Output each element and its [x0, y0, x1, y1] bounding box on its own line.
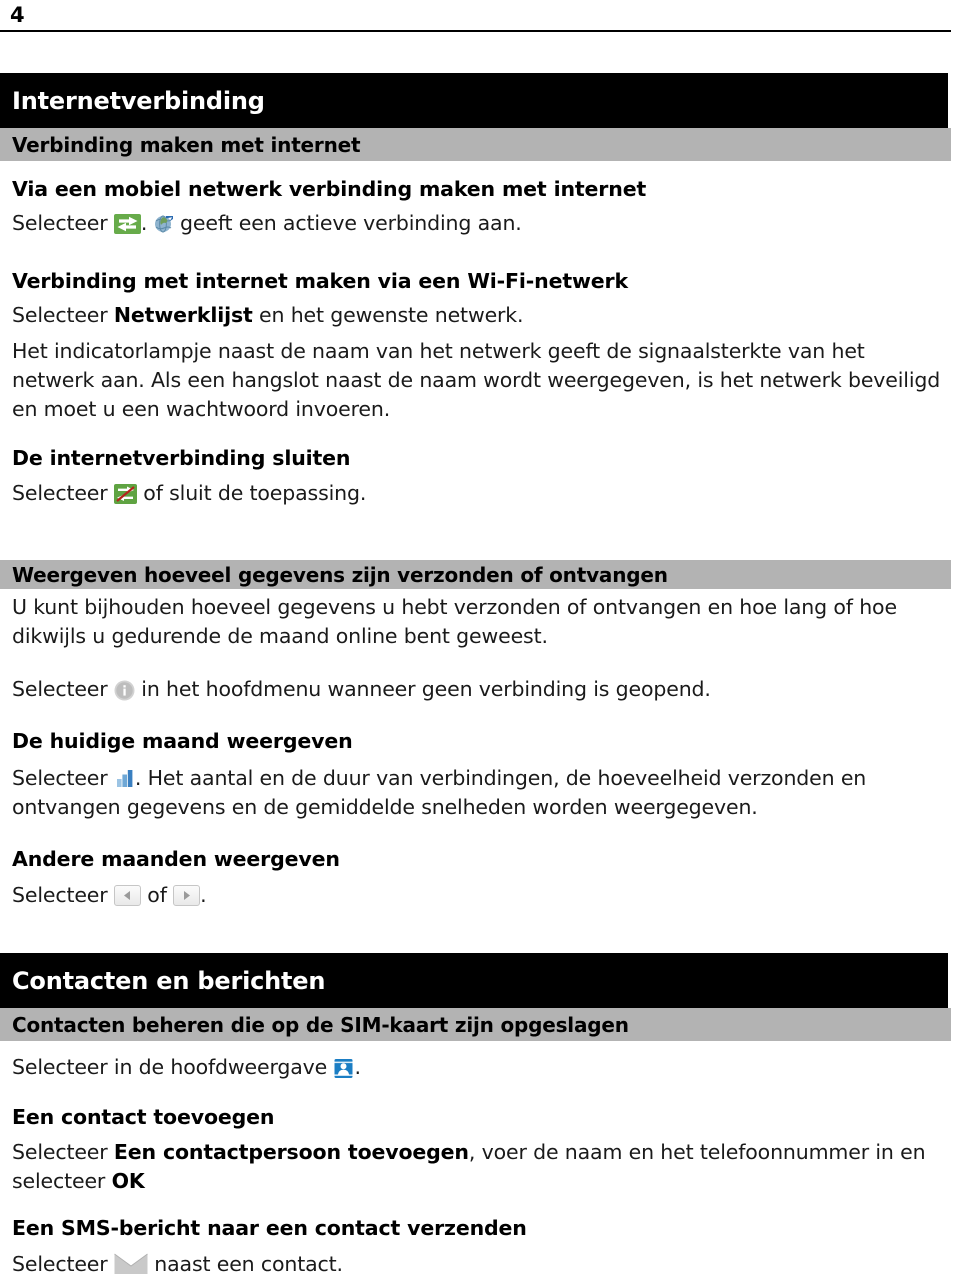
sub-bar-weergeven-gegevens: Weergeven hoeveel gegevens zijn verzonde…: [0, 560, 951, 589]
andere-period: .: [200, 883, 207, 907]
sub-bar-title: Weergeven hoeveel gegevens zijn verzonde…: [12, 562, 668, 587]
sub-bar-title: Contacten beheren die op de SIM-kaart zi…: [12, 1012, 629, 1037]
sms-post-text: naast een contact.: [154, 1252, 343, 1276]
info-icon[interactable]: [114, 680, 135, 701]
contacts-card-icon[interactable]: [333, 1058, 354, 1079]
heading-mobiel-netwerk: Via een mobiel netwerk verbinding maken …: [12, 177, 647, 201]
chapter-title: Internetverbinding: [12, 86, 265, 115]
chapter-bar-internetverbinding: Internetverbinding: [0, 73, 948, 128]
select-label: Selecteer: [12, 481, 108, 505]
ok-button-label[interactable]: OK: [112, 1169, 145, 1193]
paragraph-weergeven-gegevens: U kunt bijhouden hoeveel gegevens u hebt…: [12, 595, 897, 648]
paragraph-andere-maanden: Selecteer of .: [12, 881, 207, 910]
mobiel-post-text: geeft een actieve verbinding aan.: [180, 211, 522, 235]
page-number: 4: [10, 3, 25, 27]
select-label: Selecteer: [12, 303, 108, 327]
weergeven-post-text: in het hoofdmenu wanneer geen verbinding…: [141, 677, 711, 701]
paragraph-sms-select: Selecteer naast een contact.: [12, 1250, 343, 1279]
huidige-post-text: . Het aantal en de duur van verbindingen…: [12, 766, 867, 819]
select-label: Selecteer in de hoofdweergave: [12, 1055, 328, 1079]
sub-bar-title: Verbinding maken met internet: [12, 132, 361, 157]
heading-andere-maanden: Andere maanden weergeven: [12, 847, 340, 871]
wifi-post-text: en het gewenste netwerk.: [259, 303, 524, 327]
paragraph-huidige-maand: Selecteer . Het aantal en de duur van ve…: [12, 764, 952, 822]
paragraph-weergeven-select: Selecteer in het hoofdmenu wanneer geen …: [12, 675, 711, 704]
globe-active-connection-icon[interactable]: [154, 213, 174, 233]
simkaart-period: .: [354, 1055, 361, 1079]
select-label: Selecteer: [12, 677, 108, 701]
select-label: Selecteer: [12, 1252, 108, 1276]
heading-huidige-maand: De huidige maand weergeven: [12, 729, 353, 753]
select-label: Selecteer: [12, 883, 108, 907]
heading-sms-bericht: Een SMS-bericht naar een contact verzend…: [12, 1216, 527, 1240]
select-label: Selecteer: [12, 211, 108, 235]
paragraph-contact-toevoegen: Selecteer Een contactpersoon toevoegen, …: [12, 1138, 952, 1196]
bar-chart-icon[interactable]: [114, 767, 135, 787]
arrow-right-icon[interactable]: [173, 885, 201, 906]
sub-bar-verbinding-maken: Verbinding maken met internet: [0, 128, 951, 161]
mobiel-period: .: [140, 211, 148, 235]
paragraph-mobiel-netwerk: Selecteer . geeft een actieve verbinding…: [12, 209, 522, 238]
netwerklijst-menu-item[interactable]: Netwerklijst: [114, 303, 253, 327]
select-label: Selecteer: [12, 1140, 108, 1164]
disconnect-icon[interactable]: [113, 484, 137, 504]
chapter-bar-contacten-berichten: Contacten en berichten: [0, 953, 948, 1008]
andere-or-label: of: [147, 883, 167, 907]
document-page: 4 Internetverbinding Verbinding maken me…: [0, 0, 960, 1284]
paragraph-wifi-indicator: Het indicatorlampje naast de naam van he…: [12, 339, 941, 421]
arrow-left-icon[interactable]: [113, 885, 141, 906]
envelope-icon[interactable]: [114, 1252, 148, 1276]
sluiten-post-text: of sluit de toepassing.: [143, 481, 367, 505]
heading-contact-toevoegen: Een contact toevoegen: [12, 1105, 275, 1129]
contactpersoon-toevoegen-menu-item[interactable]: Een contactpersoon toevoegen: [114, 1140, 469, 1164]
paragraph-wifi-select: Selecteer Netwerklijst en het gewenste n…: [12, 301, 524, 330]
paragraph-simkaart-select: Selecteer in de hoofdweergave .: [12, 1053, 361, 1082]
paragraph-verbinding-sluiten: Selecteer of sluit de toepassing.: [12, 479, 366, 508]
transfer-arrows-icon[interactable]: [113, 214, 141, 234]
heading-wifi: Verbinding met internet maken via een Wi…: [12, 269, 628, 293]
heading-verbinding-sluiten: De internetverbinding sluiten: [12, 446, 351, 470]
chapter-title: Contacten en berichten: [12, 966, 326, 995]
sub-bar-contacten-simkaart: Contacten beheren die op de SIM-kaart zi…: [0, 1008, 951, 1041]
select-label: Selecteer: [12, 766, 108, 790]
header-rule: [0, 30, 951, 32]
